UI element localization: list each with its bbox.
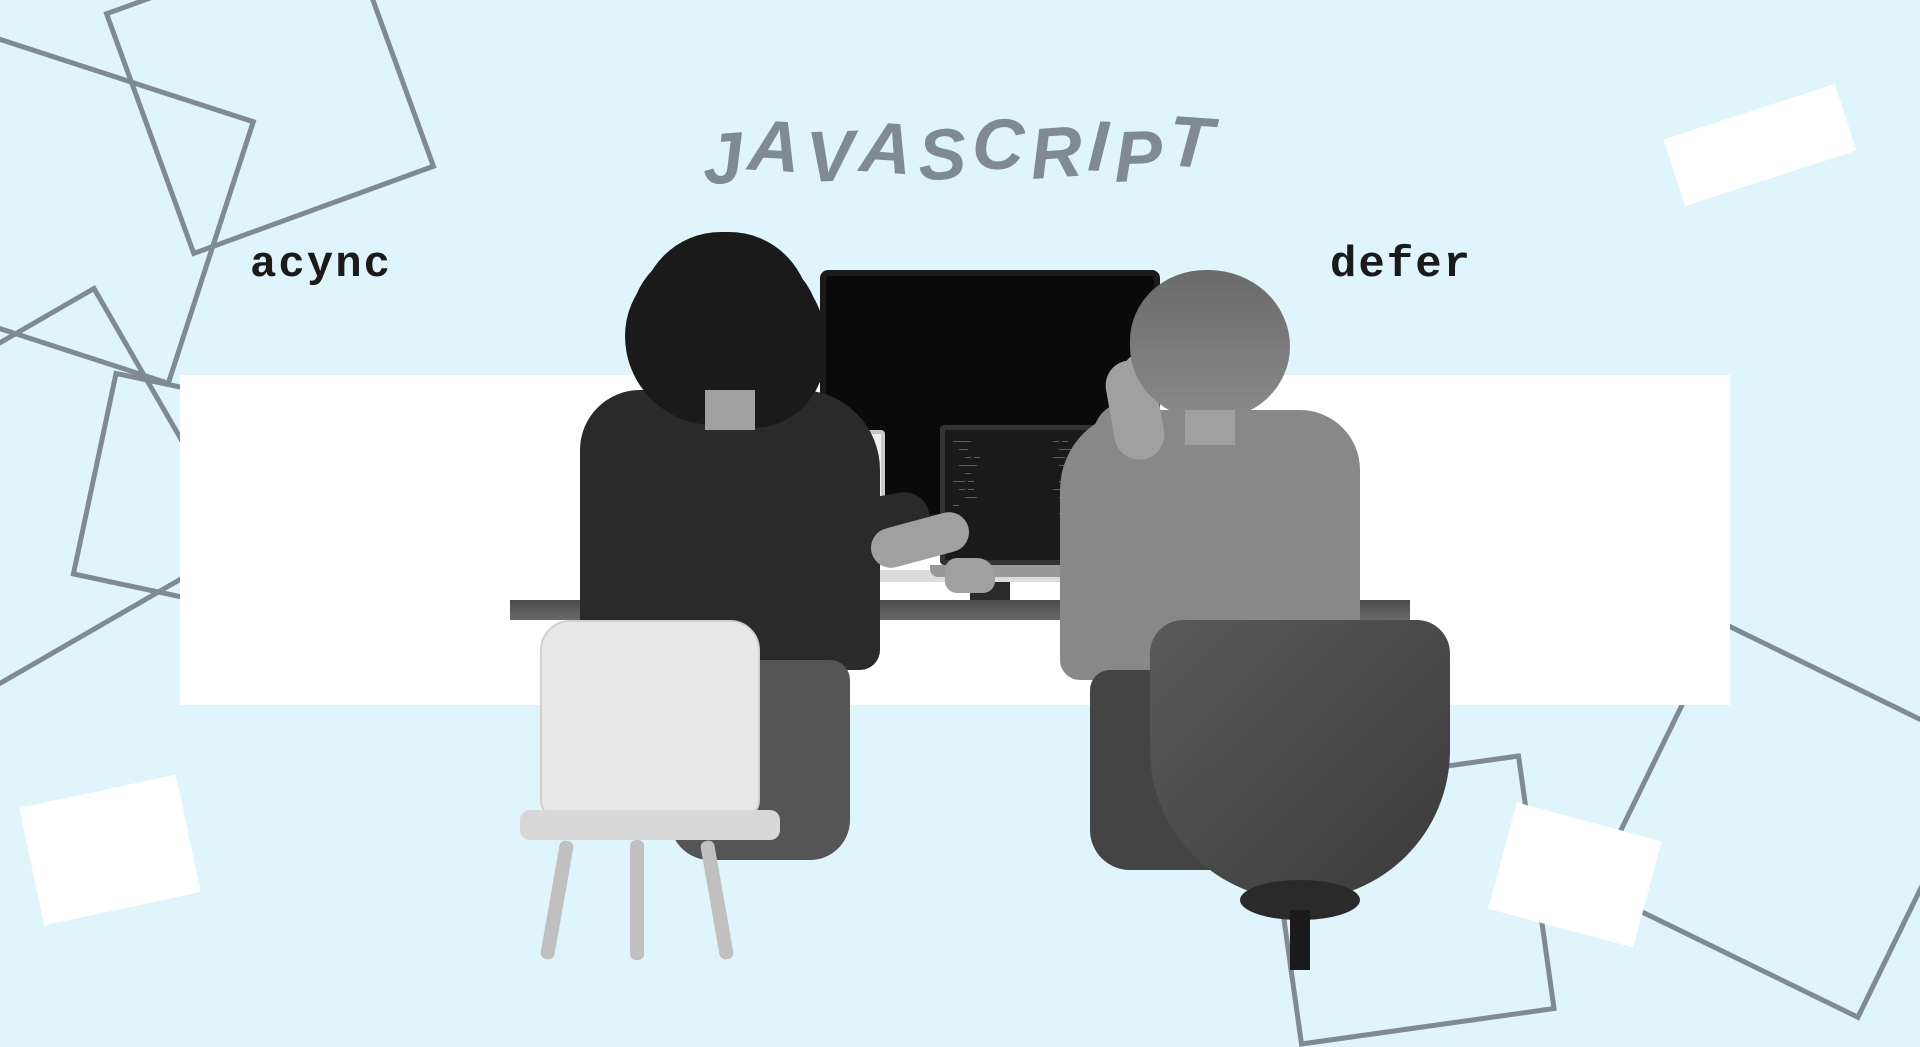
main-title: JAVASCRIPT [702, 110, 1218, 192]
illustration-developers-at-desk: ──── ──── ── ─────── ── ───── ──── ── ──… [510, 240, 1410, 960]
label-async: acync [250, 240, 392, 290]
person-right [1030, 270, 1400, 960]
decorative-white-rect [1664, 84, 1857, 206]
chair-right [1120, 620, 1460, 1000]
person-left [530, 240, 910, 960]
chair-left [500, 620, 780, 960]
decorative-white-rect [19, 775, 200, 926]
